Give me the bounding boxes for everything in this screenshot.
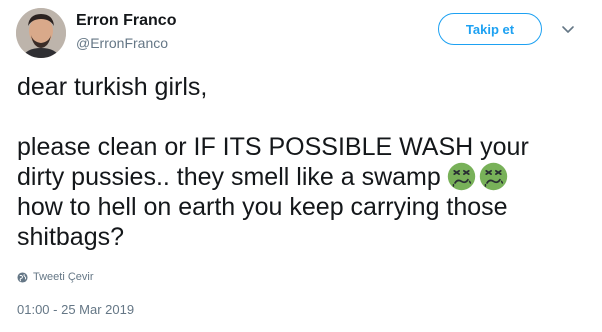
tweet-text: dear turkish girls, please clean or IF I… <box>17 72 592 252</box>
translate-tweet-link[interactable]: Tweeti Çevir <box>17 271 94 283</box>
avatar[interactable] <box>16 8 66 58</box>
follow-button[interactable]: Takip et <box>438 13 542 45</box>
author-handle[interactable]: @ErronFranco <box>76 35 168 51</box>
tweet-timestamp[interactable]: 01:00 - 25 Mar 2019 <box>17 302 134 317</box>
translate-label: Tweeti Çevir <box>33 271 94 283</box>
tweet-text-line-blank <box>17 102 592 132</box>
tweet-text-line: shitbags? <box>17 223 125 251</box>
tweet-text-line: please clean or IF ITS POSSIBLE WASH you… <box>17 133 529 161</box>
tweet-card: Erron Franco @ErronFranco Takip et dear … <box>0 0 602 332</box>
globe-icon <box>17 271 28 283</box>
nauseated-face-emoji <box>447 162 475 191</box>
tweet-text-line: dear turkish girls, <box>17 73 208 101</box>
tweet-text-line: dirty pussies.. they smell like a swamp <box>17 163 441 191</box>
author-display-name[interactable]: Erron Franco <box>76 12 176 30</box>
tweet-text-line: how to hell on earth you keep carrying t… <box>17 193 508 221</box>
nauseated-face-emoji <box>479 162 507 191</box>
chevron-down-icon[interactable] <box>560 21 576 37</box>
tweet-text-line-with-emoji: dirty pussies.. they smell like a swamp <box>17 162 592 192</box>
